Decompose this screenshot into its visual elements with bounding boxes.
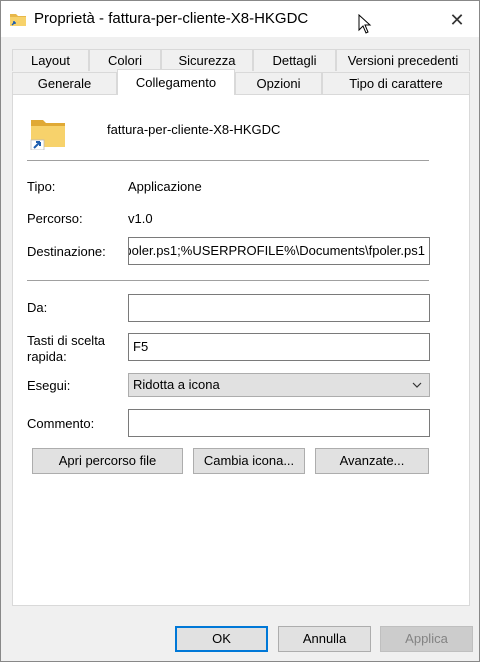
hotkey-label-line1: Tasti di scelta: [27, 333, 106, 348]
location-label: Percorso:: [27, 211, 83, 226]
target-field[interactable]: -ExecutionPolicy Bypass -File fpoler.ps1…: [128, 237, 430, 265]
ok-button[interactable]: OK: [175, 626, 268, 652]
tab-generale[interactable]: Generale: [12, 72, 117, 94]
window-title: Proprietà - fattura-per-cliente-X8-HKGDC: [34, 10, 309, 27]
start-in-field[interactable]: [128, 294, 430, 322]
run-select[interactable]: Ridotta a icona: [128, 373, 430, 397]
folder-shortcut-icon: [10, 14, 26, 26]
tab-sicurezza[interactable]: Sicurezza: [161, 49, 253, 71]
title-bar: Proprietà - fattura-per-cliente-X8-HKGDC…: [1, 1, 479, 37]
run-label: Esegui:: [27, 378, 71, 393]
target-label: Destinazione:: [27, 244, 106, 259]
open-file-location-button[interactable]: Apri percorso file: [32, 448, 183, 474]
type-value: Applicazione: [128, 179, 202, 194]
tab-tipo-di-carattere[interactable]: Tipo di carattere: [322, 72, 470, 94]
tab-layout[interactable]: Layout: [12, 49, 89, 71]
chevron-down-icon: [412, 382, 422, 388]
properties-dialog: Proprietà - fattura-per-cliente-X8-HKGDC…: [0, 0, 480, 662]
hotkey-field[interactable]: F5: [128, 333, 430, 361]
comment-field[interactable]: [128, 409, 430, 437]
location-value: v1.0: [128, 211, 153, 226]
separator: [27, 280, 429, 281]
mouse-pointer-icon: [358, 14, 372, 34]
tab-dettagli[interactable]: Dettagli: [253, 49, 336, 71]
tab-versioni-precedenti[interactable]: Versioni precedenti: [336, 49, 470, 71]
run-select-value: Ridotta a icona: [133, 377, 220, 392]
hotkey-label-line2: rapida:: [27, 349, 67, 364]
tab-collegamento[interactable]: Collegamento: [117, 69, 235, 95]
advanced-button[interactable]: Avanzate...: [315, 448, 429, 474]
target-value: -ExecutionPolicy Bypass -File fpoler.ps1…: [128, 243, 425, 258]
tab-opzioni[interactable]: Opzioni: [235, 72, 322, 94]
start-in-label: Da:: [27, 300, 48, 315]
separator: [27, 160, 429, 161]
tab-colori[interactable]: Colori: [89, 49, 161, 71]
apply-button[interactable]: Applica: [380, 626, 473, 652]
shortcut-name: fattura-per-cliente-X8-HKGDC: [107, 122, 281, 137]
folder-shortcut-icon: [30, 120, 65, 150]
close-button[interactable]: ✕: [446, 9, 468, 31]
change-icon-button[interactable]: Cambia icona...: [193, 448, 305, 474]
comment-label: Commento:: [27, 416, 95, 431]
cancel-button[interactable]: Annulla: [278, 626, 371, 652]
type-label: Tipo:: [27, 179, 56, 194]
